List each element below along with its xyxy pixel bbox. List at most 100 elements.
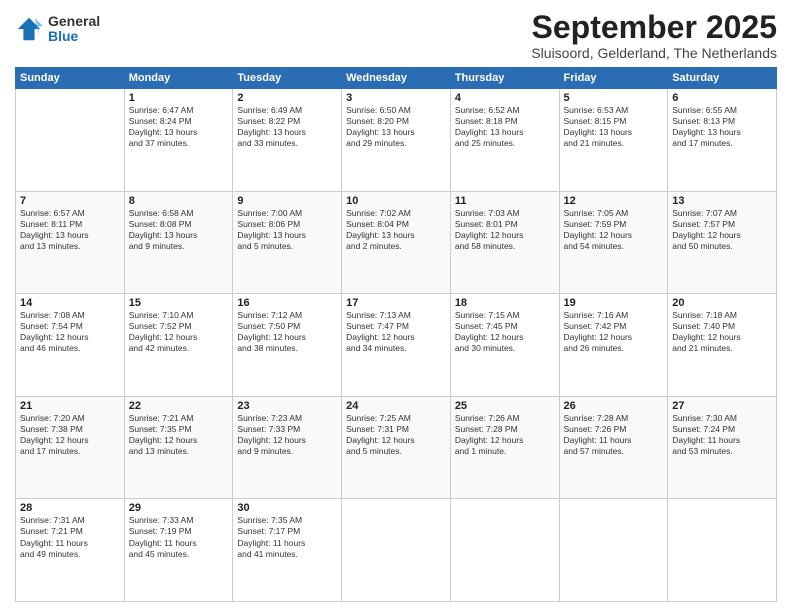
day-info: Sunrise: 7:16 AM Sunset: 7:42 PM Dayligh… xyxy=(564,310,664,354)
calendar-cell xyxy=(668,499,777,602)
calendar-cell: 25Sunrise: 7:26 AM Sunset: 7:28 PM Dayli… xyxy=(450,396,559,499)
calendar-cell: 15Sunrise: 7:10 AM Sunset: 7:52 PM Dayli… xyxy=(124,294,233,397)
calendar-week-row: 21Sunrise: 7:20 AM Sunset: 7:38 PM Dayli… xyxy=(16,396,777,499)
day-number: 13 xyxy=(672,195,772,207)
day-info: Sunrise: 7:00 AM Sunset: 8:06 PM Dayligh… xyxy=(237,208,337,252)
day-info: Sunrise: 7:02 AM Sunset: 8:04 PM Dayligh… xyxy=(346,208,446,252)
day-number: 18 xyxy=(455,297,555,309)
day-info: Sunrise: 7:23 AM Sunset: 7:33 PM Dayligh… xyxy=(237,413,337,457)
calendar-cell: 29Sunrise: 7:33 AM Sunset: 7:19 PM Dayli… xyxy=(124,499,233,602)
calendar-cell: 26Sunrise: 7:28 AM Sunset: 7:26 PM Dayli… xyxy=(559,396,668,499)
calendar-week-row: 14Sunrise: 7:08 AM Sunset: 7:54 PM Dayli… xyxy=(16,294,777,397)
day-number: 24 xyxy=(346,400,446,412)
calendar-cell: 9Sunrise: 7:00 AM Sunset: 8:06 PM Daylig… xyxy=(233,191,342,294)
day-info: Sunrise: 7:20 AM Sunset: 7:38 PM Dayligh… xyxy=(20,413,120,457)
calendar-cell: 1Sunrise: 6:47 AM Sunset: 8:24 PM Daylig… xyxy=(124,89,233,192)
day-number: 3 xyxy=(346,92,446,104)
day-number: 28 xyxy=(20,502,120,514)
calendar-cell xyxy=(16,89,125,192)
day-info: Sunrise: 7:13 AM Sunset: 7:47 PM Dayligh… xyxy=(346,310,446,354)
logo: General Blue xyxy=(15,14,100,45)
day-info: Sunrise: 6:49 AM Sunset: 8:22 PM Dayligh… xyxy=(237,105,337,149)
weekday-header: Monday xyxy=(124,68,233,89)
logo-text: General Blue xyxy=(48,14,100,45)
calendar-cell: 21Sunrise: 7:20 AM Sunset: 7:38 PM Dayli… xyxy=(16,396,125,499)
day-info: Sunrise: 6:50 AM Sunset: 8:20 PM Dayligh… xyxy=(346,105,446,149)
calendar-cell xyxy=(450,499,559,602)
day-number: 6 xyxy=(672,92,772,104)
calendar-week-row: 7Sunrise: 6:57 AM Sunset: 8:11 PM Daylig… xyxy=(16,191,777,294)
day-number: 12 xyxy=(564,195,664,207)
day-number: 20 xyxy=(672,297,772,309)
day-number: 4 xyxy=(455,92,555,104)
day-info: Sunrise: 6:47 AM Sunset: 8:24 PM Dayligh… xyxy=(129,105,229,149)
day-info: Sunrise: 7:25 AM Sunset: 7:31 PM Dayligh… xyxy=(346,413,446,457)
day-info: Sunrise: 7:33 AM Sunset: 7:19 PM Dayligh… xyxy=(129,515,229,559)
calendar-cell: 17Sunrise: 7:13 AM Sunset: 7:47 PM Dayli… xyxy=(342,294,451,397)
weekday-header: Wednesday xyxy=(342,68,451,89)
calendar-week-row: 28Sunrise: 7:31 AM Sunset: 7:21 PM Dayli… xyxy=(16,499,777,602)
day-number: 29 xyxy=(129,502,229,514)
day-info: Sunrise: 7:10 AM Sunset: 7:52 PM Dayligh… xyxy=(129,310,229,354)
day-info: Sunrise: 7:18 AM Sunset: 7:40 PM Dayligh… xyxy=(672,310,772,354)
calendar-cell: 27Sunrise: 7:30 AM Sunset: 7:24 PM Dayli… xyxy=(668,396,777,499)
weekday-header: Thursday xyxy=(450,68,559,89)
day-info: Sunrise: 7:21 AM Sunset: 7:35 PM Dayligh… xyxy=(129,413,229,457)
calendar-cell xyxy=(342,499,451,602)
calendar-cell: 14Sunrise: 7:08 AM Sunset: 7:54 PM Dayli… xyxy=(16,294,125,397)
weekday-header: Saturday xyxy=(668,68,777,89)
calendar-cell: 23Sunrise: 7:23 AM Sunset: 7:33 PM Dayli… xyxy=(233,396,342,499)
calendar-week-row: 1Sunrise: 6:47 AM Sunset: 8:24 PM Daylig… xyxy=(16,89,777,192)
calendar-cell: 7Sunrise: 6:57 AM Sunset: 8:11 PM Daylig… xyxy=(16,191,125,294)
day-number: 21 xyxy=(20,400,120,412)
calendar-cell: 19Sunrise: 7:16 AM Sunset: 7:42 PM Dayli… xyxy=(559,294,668,397)
logo-icon xyxy=(15,15,43,43)
page: General Blue September 2025 Sluisoord, G… xyxy=(0,0,792,612)
header: General Blue September 2025 Sluisoord, G… xyxy=(15,10,777,61)
calendar-cell: 28Sunrise: 7:31 AM Sunset: 7:21 PM Dayli… xyxy=(16,499,125,602)
calendar-cell: 2Sunrise: 6:49 AM Sunset: 8:22 PM Daylig… xyxy=(233,89,342,192)
day-number: 2 xyxy=(237,92,337,104)
calendar-cell: 24Sunrise: 7:25 AM Sunset: 7:31 PM Dayli… xyxy=(342,396,451,499)
calendar-cell: 18Sunrise: 7:15 AM Sunset: 7:45 PM Dayli… xyxy=(450,294,559,397)
calendar-cell: 12Sunrise: 7:05 AM Sunset: 7:59 PM Dayli… xyxy=(559,191,668,294)
logo-blue: Blue xyxy=(48,29,100,44)
day-info: Sunrise: 7:07 AM Sunset: 7:57 PM Dayligh… xyxy=(672,208,772,252)
title-block: September 2025 Sluisoord, Gelderland, Th… xyxy=(531,10,777,61)
day-number: 23 xyxy=(237,400,337,412)
day-info: Sunrise: 6:53 AM Sunset: 8:15 PM Dayligh… xyxy=(564,105,664,149)
day-number: 26 xyxy=(564,400,664,412)
calendar-cell: 8Sunrise: 6:58 AM Sunset: 8:08 PM Daylig… xyxy=(124,191,233,294)
day-info: Sunrise: 6:58 AM Sunset: 8:08 PM Dayligh… xyxy=(129,208,229,252)
calendar-cell: 6Sunrise: 6:55 AM Sunset: 8:13 PM Daylig… xyxy=(668,89,777,192)
day-number: 10 xyxy=(346,195,446,207)
calendar-table: SundayMondayTuesdayWednesdayThursdayFrid… xyxy=(15,67,777,602)
day-info: Sunrise: 7:31 AM Sunset: 7:21 PM Dayligh… xyxy=(20,515,120,559)
day-number: 30 xyxy=(237,502,337,514)
calendar-cell: 13Sunrise: 7:07 AM Sunset: 7:57 PM Dayli… xyxy=(668,191,777,294)
day-number: 1 xyxy=(129,92,229,104)
day-info: Sunrise: 6:52 AM Sunset: 8:18 PM Dayligh… xyxy=(455,105,555,149)
day-info: Sunrise: 6:55 AM Sunset: 8:13 PM Dayligh… xyxy=(672,105,772,149)
day-info: Sunrise: 7:05 AM Sunset: 7:59 PM Dayligh… xyxy=(564,208,664,252)
day-number: 27 xyxy=(672,400,772,412)
calendar-cell: 20Sunrise: 7:18 AM Sunset: 7:40 PM Dayli… xyxy=(668,294,777,397)
day-number: 16 xyxy=(237,297,337,309)
calendar-header-row: SundayMondayTuesdayWednesdayThursdayFrid… xyxy=(16,68,777,89)
day-number: 14 xyxy=(20,297,120,309)
day-number: 15 xyxy=(129,297,229,309)
calendar-title: September 2025 xyxy=(531,10,777,45)
calendar-subtitle: Sluisoord, Gelderland, The Netherlands xyxy=(531,45,777,61)
calendar-cell: 11Sunrise: 7:03 AM Sunset: 8:01 PM Dayli… xyxy=(450,191,559,294)
day-number: 17 xyxy=(346,297,446,309)
day-number: 25 xyxy=(455,400,555,412)
calendar-cell: 10Sunrise: 7:02 AM Sunset: 8:04 PM Dayli… xyxy=(342,191,451,294)
day-info: Sunrise: 7:12 AM Sunset: 7:50 PM Dayligh… xyxy=(237,310,337,354)
calendar-cell xyxy=(559,499,668,602)
weekday-header: Friday xyxy=(559,68,668,89)
day-number: 22 xyxy=(129,400,229,412)
calendar-cell: 3Sunrise: 6:50 AM Sunset: 8:20 PM Daylig… xyxy=(342,89,451,192)
day-info: Sunrise: 6:57 AM Sunset: 8:11 PM Dayligh… xyxy=(20,208,120,252)
day-number: 11 xyxy=(455,195,555,207)
weekday-header: Tuesday xyxy=(233,68,342,89)
